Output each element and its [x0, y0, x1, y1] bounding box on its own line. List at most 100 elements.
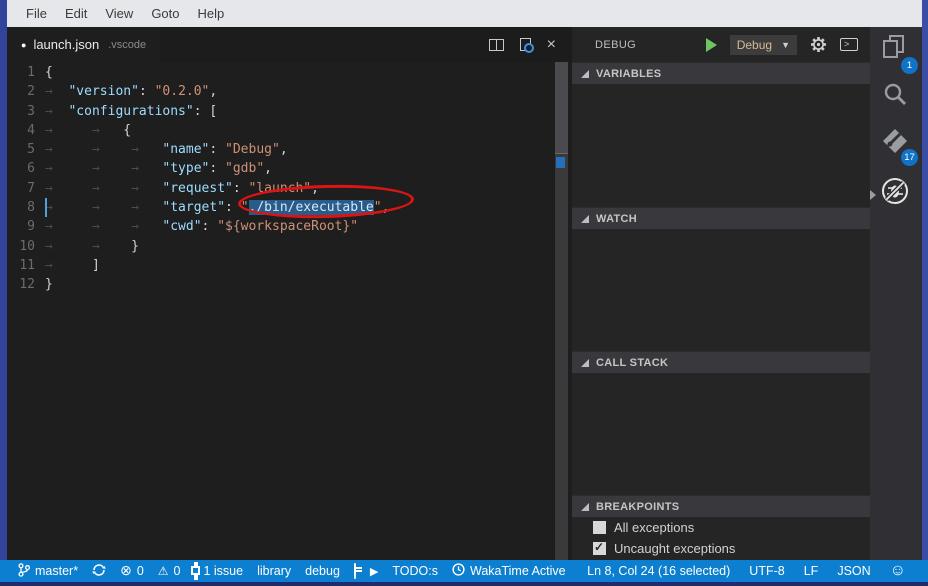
window-border-left [0, 0, 7, 586]
code-token: , [311, 181, 319, 196]
code-token: { [45, 65, 53, 80]
debug-sidebar: DEBUG Debug ▼ > VARIABLES WATCH CALL STACK… [572, 27, 870, 560]
collapse-triangle-icon [581, 503, 589, 511]
whitespace-arrows-icon: → [45, 84, 68, 99]
scrollbar-thumb[interactable] [555, 62, 568, 154]
code-token: "request" [162, 181, 232, 196]
whitespace-arrows-icon: → [45, 258, 92, 273]
code-line-4: 4→ → { [7, 121, 572, 140]
activity-item-debug[interactable] [881, 177, 911, 211]
status-todos[interactable]: TODO:s [392, 564, 438, 578]
code-line-5: 5→ → → "name": "Debug", [7, 140, 572, 159]
open-preview-icon[interactable] [520, 38, 531, 51]
collapse-triangle-icon [581, 70, 589, 78]
activity-item-explorer[interactable]: 1 [881, 35, 911, 69]
line-number: 12 [7, 275, 45, 294]
code-token: : [209, 142, 225, 157]
code-line-11: 11→ ] [7, 256, 572, 275]
dirty-indicator-icon: ● [21, 40, 26, 50]
status-run[interactable]: ▶ [370, 564, 378, 579]
code-token: } [131, 239, 139, 254]
error-icon: ⊗ [120, 564, 132, 578]
section-header-stack[interactable]: CALL STACK [572, 351, 870, 373]
activity-item-search[interactable] [881, 80, 911, 114]
whitespace-arrows-icon: → [45, 104, 68, 119]
status-language-mode[interactable]: JSON [837, 564, 870, 578]
code-token: } [45, 277, 53, 292]
code-token: "Debug" [225, 142, 280, 157]
status-label: Ln 8, Col 24 (16 selected) [587, 564, 730, 578]
start-debug-icon[interactable] [706, 38, 717, 52]
menu-item-goto[interactable]: Goto [142, 6, 188, 21]
status-errors[interactable]: ⊗0 [120, 564, 144, 578]
code-token: "${workspaceRoot}" [217, 219, 358, 234]
code-line-8: 8→ → → "target": "./bin/executable", [7, 198, 572, 217]
chevron-down-icon: ▼ [781, 40, 790, 50]
code-token: "target" [162, 200, 225, 215]
debug-configuration-dropdown[interactable]: Debug ▼ [730, 35, 797, 55]
code-line-12: 12} [7, 275, 572, 294]
checkbox-all-exceptions[interactable] [593, 521, 606, 534]
status-git-branch[interactable]: master* [18, 563, 78, 580]
section-header-breakpoints[interactable]: BREAKPOINTS [572, 495, 870, 517]
status-sync[interactable] [92, 563, 106, 580]
whitespace-arrows-icon: → → → [45, 219, 162, 234]
code-token: "configurations" [68, 104, 193, 119]
code-token: : [194, 104, 210, 119]
status-cursor-position[interactable]: Ln 8, Col 24 (16 selected) [587, 564, 730, 578]
status-wakatime[interactable]: WakaTime Active [452, 563, 566, 579]
badge-count: 17 [901, 149, 918, 166]
status-warnings[interactable]: ⚠0 [158, 564, 181, 578]
code-token: "name" [162, 142, 209, 157]
status-label: UTF-8 [749, 564, 784, 578]
status-label: JSON [837, 564, 870, 578]
status-feedback[interactable]: ☺ [890, 564, 906, 578]
status-notebook[interactable] [354, 564, 356, 578]
code-token: "cwd" [162, 219, 201, 234]
menu-item-help[interactable]: Help [189, 6, 234, 21]
status-issues[interactable]: 1 issue [194, 564, 243, 578]
split-editor-icon[interactable] [489, 39, 504, 51]
warning-icon: ⚠ [158, 564, 169, 578]
gear-icon[interactable] [810, 36, 827, 53]
section-body-breakpoints: All exceptionsUncaught exceptions [572, 517, 870, 559]
close-icon[interactable]: × [547, 38, 556, 52]
code-token: "gdb" [225, 161, 264, 176]
active-view-pointer-icon [870, 190, 876, 200]
menu-item-view[interactable]: View [96, 6, 142, 21]
section-label: VARIABLES [596, 68, 661, 80]
code-token: : [233, 181, 249, 196]
line-number: 5 [7, 140, 45, 159]
code-token: [ [209, 104, 217, 119]
breakpoint-row[interactable]: Uncaught exceptions [572, 538, 870, 559]
window-border-right [922, 0, 928, 586]
status-library[interactable]: library [257, 564, 291, 578]
section-body-stack [572, 373, 870, 495]
checkbox-uncaught-exceptions[interactable] [593, 542, 606, 555]
menu-item-edit[interactable]: Edit [56, 6, 96, 21]
debug-console-icon[interactable]: > [840, 38, 858, 51]
code-token: "0.2.0" [155, 84, 210, 99]
status-debug[interactable]: debug [305, 564, 340, 578]
status-encoding[interactable]: UTF-8 [749, 564, 784, 578]
whitespace-arrows-icon: → → → [45, 142, 162, 157]
code-line-3: 3→ "configurations": [ [7, 102, 572, 121]
tab-launch-json[interactable]: ● launch.json .vscode [7, 27, 160, 62]
section-header-variables[interactable]: VARIABLES [572, 62, 870, 84]
activity-item-git[interactable]: 17 [881, 127, 911, 161]
debug-icon [881, 192, 909, 209]
section-body-variables [572, 84, 870, 207]
whitespace-arrows-icon: → → → [45, 200, 162, 215]
code-token: : [225, 200, 241, 215]
code-token: ] [92, 258, 100, 273]
code-editor[interactable]: 1{2→ "version": "0.2.0",3→ "configuratio… [7, 62, 572, 295]
section-header-watch[interactable]: WATCH [572, 207, 870, 229]
whitespace-arrows-icon: → → [45, 123, 123, 138]
menu-item-file[interactable]: File [17, 6, 56, 21]
editor-scrollbar[interactable] [555, 62, 568, 560]
code-token: "version" [68, 84, 138, 99]
status-eol[interactable]: LF [804, 564, 819, 578]
breakpoint-row[interactable]: All exceptions [572, 517, 870, 538]
debug-panel-title: DEBUG [595, 39, 636, 51]
code-token: : [209, 161, 225, 176]
